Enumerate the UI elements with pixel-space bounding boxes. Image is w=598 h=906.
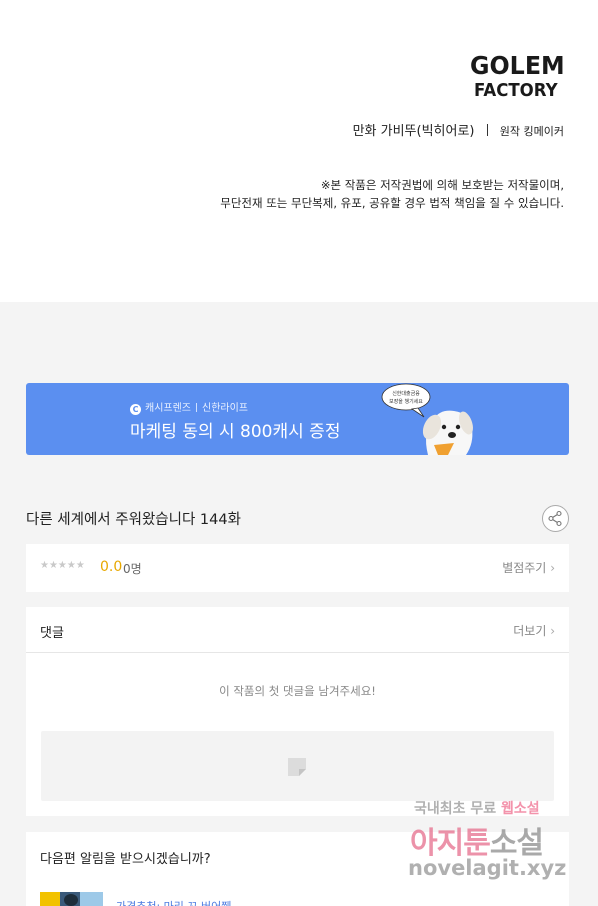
original-author: 원작 킹메이커 <box>499 125 564 138</box>
ad-banner[interactable]: C 캐시프렌즈 신한라이프 마케팅 동의 시 800캐시 증정 신한대출금융 보장을… <box>26 383 569 455</box>
art-label: 만화 <box>352 124 377 139</box>
share-icon <box>548 510 562 527</box>
comment-input[interactable] <box>41 731 554 801</box>
banner-brand: C 캐시프렌즈 신한라이프 <box>130 399 248 415</box>
cash-icon: C <box>130 404 141 415</box>
rating-count: 0명 <box>123 562 142 576</box>
logo-line1: GOLEM <box>470 51 565 80</box>
banner-partner: 신한라이프 <box>202 403 248 414</box>
divider <box>26 652 569 653</box>
rating-card: ★★★★★ 0.0 0명 별점주기 › <box>26 544 569 592</box>
comments-empty-message: 이 작품의 첫 댓글을 남겨주세요! <box>219 684 376 698</box>
rate-button[interactable]: 별점주기 › <box>502 559 555 576</box>
chevron-right-icon: › <box>550 561 555 575</box>
credits-divider <box>486 124 488 136</box>
thumb-part <box>64 894 78 906</box>
episode-title: 다른 세계에서 주워왔습니다 144화 <box>26 512 241 528</box>
share-button[interactable] <box>542 505 569 532</box>
bubble-line-2: 보장을 챙기세요 <box>389 398 423 405</box>
header-area: GOLEM FACTORY 만화 가비뚜(빅히어로) 원작 킹메이커 ※본 작품… <box>0 0 598 302</box>
dog-illustration: 신한대출금융 보장을 챙기세요 <box>381 383 473 455</box>
comments-more-link[interactable]: 더보기 › <box>513 622 555 639</box>
golem-factory-logo: GOLEM FACTORY <box>470 51 565 102</box>
comment-write-icon <box>288 758 306 776</box>
copyright-notice: ※본 작품은 저작권법에 의해 보호받는 저작물이며, 무단전재 또는 무단복제… <box>220 176 564 212</box>
notice-line-1: ※본 작품은 저작권법에 의해 보호받는 저작물이며, <box>320 178 564 192</box>
art-name: 가비뚜(빅히어로) <box>380 124 475 139</box>
chevron-right-icon: › <box>550 624 555 638</box>
banner-brand-divider <box>196 403 197 412</box>
banner-title: 마케팅 동의 시 800캐시 증정 <box>130 422 341 442</box>
comments-card: 댓글 더보기 › 이 작품의 첫 댓글을 남겨주세요! <box>26 607 569 816</box>
comments-more-label: 더보기 <box>513 624 547 638</box>
rate-label: 별점주기 <box>502 561 547 575</box>
next-episode-thumbnail[interactable] <box>40 892 103 906</box>
logo-line2: FACTORY <box>474 80 558 101</box>
star-rating-icon: ★★★★★ <box>40 560 85 571</box>
credits: 만화 가비뚜(빅히어로) 원작 킹메이커 <box>353 120 564 139</box>
thumb-part <box>80 892 103 906</box>
bubble-line-1: 신한대출금융 <box>392 390 420 397</box>
notice-line-2: 무단전재 또는 무단복제, 유포, 공유할 경우 법적 책임을 질 수 있습니다… <box>220 196 564 210</box>
thumb-part <box>40 892 60 906</box>
next-episode-link[interactable]: 가격추천: 마리 꼬 버어쮀 <box>116 898 231 906</box>
comments-heading: 댓글 <box>40 626 64 641</box>
notify-question: 다음편 알림을 받으시겠습니까? <box>40 852 211 867</box>
notify-card: 다음편 알림을 받으시겠습니까? 가격추천: 마리 꼬 버어쮀 <box>26 832 569 906</box>
rating-score: 0.0 <box>100 559 123 575</box>
banner-brand-name: 캐시프렌즈 <box>145 403 191 414</box>
